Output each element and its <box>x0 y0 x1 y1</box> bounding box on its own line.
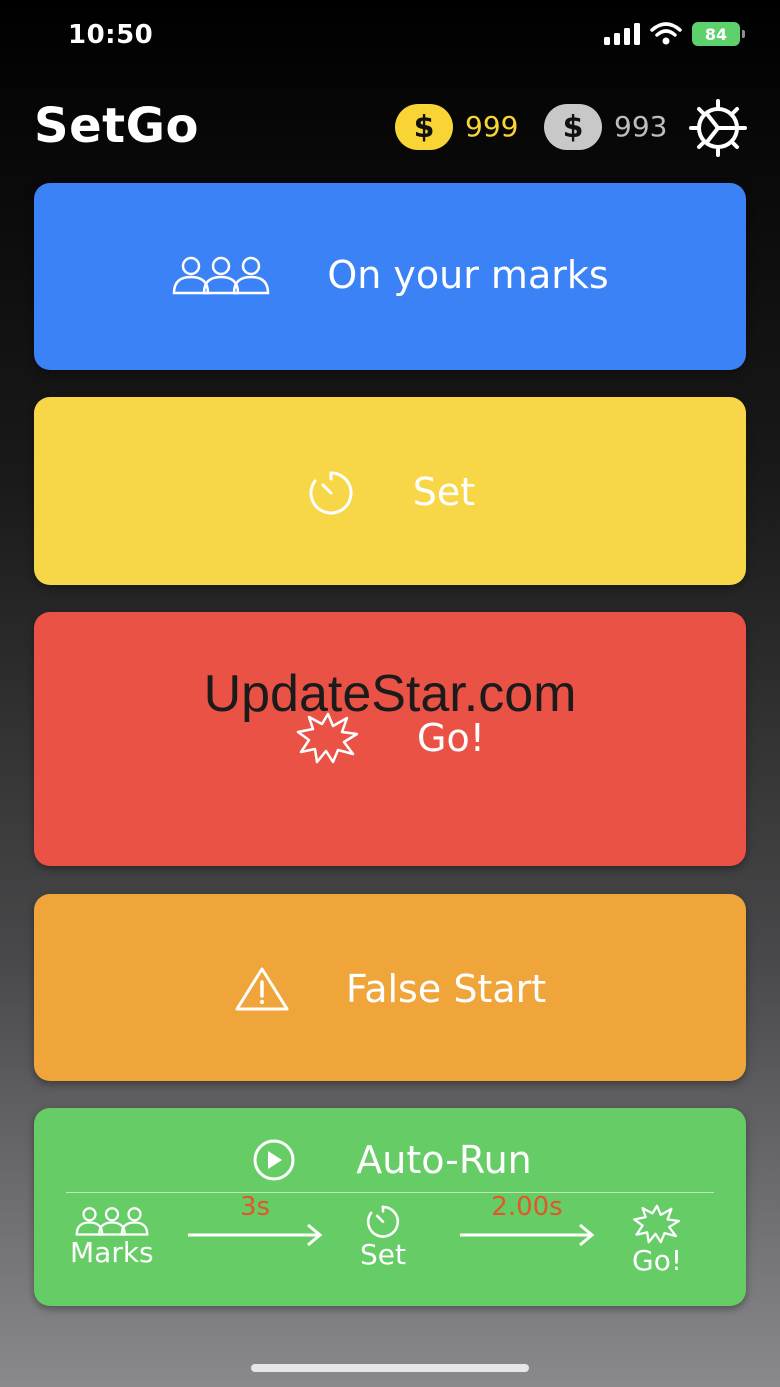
battery-indicator: 84 <box>692 22 745 46</box>
seq-go-label: Go! <box>632 1244 683 1277</box>
seq-set-label: Set <box>360 1238 406 1271</box>
marks-label: On your marks <box>327 253 609 297</box>
status-time: 10:50 <box>68 20 154 50</box>
auto-run-card[interactable]: Auto-Run Marks 3s Set 2.00s Go! <box>34 1108 746 1306</box>
wifi-icon <box>650 22 682 45</box>
silver-coin-count: 993 <box>614 110 668 143</box>
battery-level: 84 <box>704 24 728 44</box>
burst-icon <box>633 1204 681 1244</box>
timer-icon <box>309 471 353 515</box>
set-button[interactable]: Set <box>34 397 746 585</box>
seq-arrow-2: 2.00s <box>458 1192 596 1248</box>
gold-coin-count: 999 <box>465 110 519 143</box>
watermark: UpdateStar.com <box>203 665 577 723</box>
status-bar: 10:50 84 <box>0 0 780 72</box>
app-header: SetGo $ 999 $ 993 <box>0 92 780 162</box>
go-button[interactable]: UpdateStar.com Go! <box>34 612 746 866</box>
false-start-button[interactable]: False Start <box>34 894 746 1081</box>
false-start-row: False Start <box>34 966 746 1012</box>
silver-coin-symbol: $ <box>562 109 584 145</box>
auto-run-sequence: Marks 3s Set 2.00s Go! <box>34 1192 746 1300</box>
seq-delay-1: 3s <box>239 1192 271 1222</box>
seq-delay-2: 2.00s <box>491 1192 563 1222</box>
seq-marks: Marks <box>70 1206 154 1269</box>
set-row: Set <box>34 469 746 515</box>
arrow-right-icon <box>188 1223 323 1247</box>
on-your-marks-button[interactable]: On your marks <box>34 183 746 370</box>
people-icon <box>75 1207 149 1236</box>
gold-coin-icon: $ <box>395 104 453 150</box>
marks-row: On your marks <box>34 253 746 297</box>
warning-icon <box>235 967 289 1011</box>
settings-gear-icon[interactable] <box>688 98 748 158</box>
auto-run-row: Auto-Run <box>34 1138 746 1182</box>
false-start-label: False Start <box>345 967 547 1011</box>
signal-icon <box>604 23 640 45</box>
seq-arrow-1: 3s <box>186 1192 324 1248</box>
play-icon <box>253 1139 295 1181</box>
set-label: Set <box>412 470 476 514</box>
gold-coin-symbol: $ <box>413 109 435 145</box>
status-icons: 84 <box>604 22 745 46</box>
seq-marks-label: Marks <box>70 1236 154 1269</box>
timer-icon <box>366 1205 400 1238</box>
people-icon <box>173 256 270 295</box>
silver-coin-icon: $ <box>544 104 602 150</box>
seq-go: Go! <box>632 1204 682 1277</box>
home-indicator[interactable] <box>251 1364 529 1372</box>
seq-set: Set <box>360 1204 406 1271</box>
divider <box>66 1192 714 1193</box>
arrow-right-icon <box>460 1223 595 1247</box>
auto-run-label: Auto-Run <box>356 1138 532 1182</box>
app-title: SetGo <box>34 98 199 154</box>
